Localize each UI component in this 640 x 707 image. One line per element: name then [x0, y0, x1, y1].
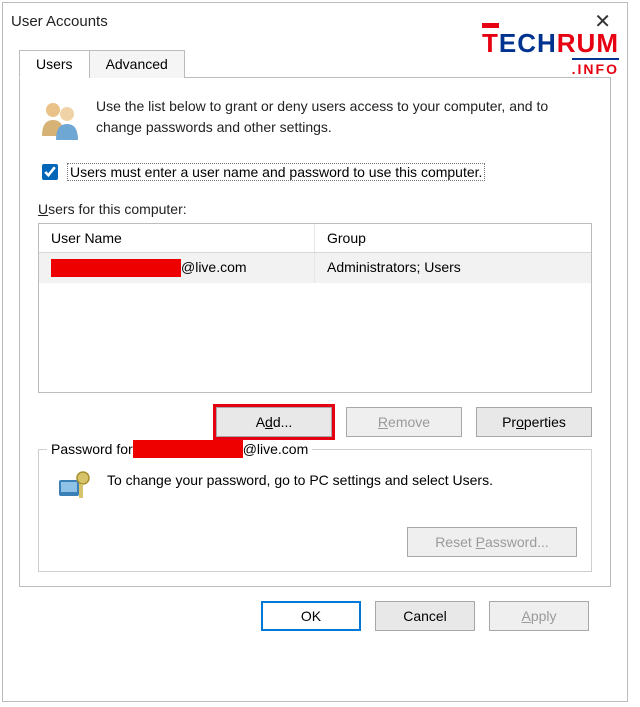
col-header-group[interactable]: Group — [315, 224, 591, 252]
list-header: User Name Group — [39, 224, 591, 253]
redacted-block — [133, 440, 243, 458]
reset-password-button: Reset Password... — [407, 527, 577, 557]
table-row[interactable]: @live.com Administrators; Users — [39, 253, 591, 283]
require-password-checkbox[interactable] — [42, 164, 58, 180]
users-list[interactable]: User Name Group @live.com Administrators… — [38, 223, 592, 393]
cancel-button[interactable]: Cancel — [375, 601, 475, 631]
intro-row: Use the list below to grant or deny user… — [38, 96, 592, 143]
tab-advanced[interactable]: Advanced — [89, 50, 185, 78]
redacted-block — [51, 259, 181, 277]
intro-text: Use the list below to grant or deny user… — [96, 96, 592, 138]
tab-users[interactable]: Users — [19, 50, 90, 78]
properties-button[interactable]: Properties — [476, 407, 592, 437]
close-icon[interactable]: ✕ — [586, 9, 619, 34]
cell-group: Administrators; Users — [315, 253, 591, 283]
password-text: To change your password, go to PC settin… — [107, 466, 493, 488]
cell-username: @live.com — [39, 253, 315, 283]
user-accounts-window: User Accounts ✕ TECHRUM .INFO Users Adva… — [2, 2, 628, 702]
window-title: User Accounts — [11, 13, 108, 30]
add-button[interactable]: Add... — [216, 407, 332, 437]
dialog-buttons: OK Cancel Apply — [19, 587, 611, 631]
col-header-username[interactable]: User Name — [39, 224, 315, 252]
require-password-label[interactable]: Users must enter a user name and passwor… — [67, 163, 485, 181]
users-list-label: Users for this computer: — [38, 201, 592, 217]
tab-strip: Users Advanced — [19, 49, 611, 78]
remove-button: Remove — [346, 407, 462, 437]
list-buttons-row: Add... Remove Properties — [38, 407, 592, 437]
password-group-title: Password for @live.com — [47, 440, 312, 458]
tab-panel-users: Use the list below to grant or deny user… — [19, 78, 611, 587]
apply-button: Apply — [489, 601, 589, 631]
titlebar: User Accounts ✕ — [3, 3, 627, 39]
password-group: Password for @live.com To change your pa… — [38, 449, 592, 572]
ok-button[interactable]: OK — [261, 601, 361, 631]
users-icon — [38, 96, 82, 143]
key-icon — [53, 466, 93, 509]
require-password-row: Users must enter a user name and passwor… — [38, 161, 592, 183]
